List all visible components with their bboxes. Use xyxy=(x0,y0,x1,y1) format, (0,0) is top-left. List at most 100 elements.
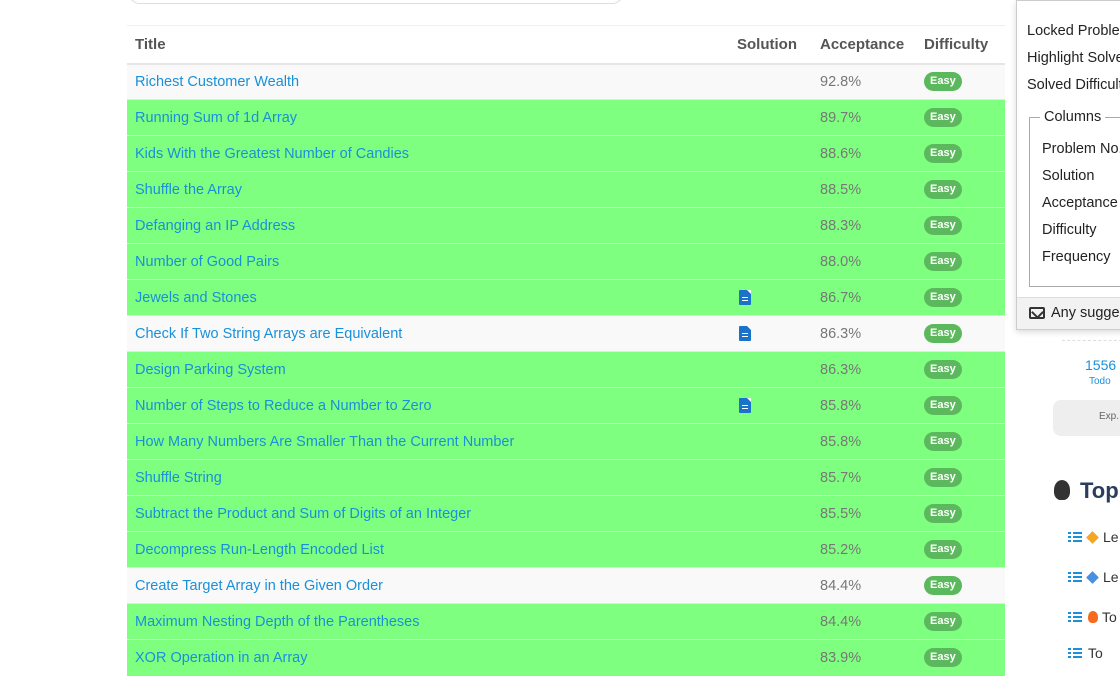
problem-title-link[interactable]: Kids With the Greatest Number of Candies xyxy=(135,146,409,162)
difficulty-cell: Easy xyxy=(916,567,1005,604)
column-header-solution[interactable]: Solution xyxy=(729,25,812,65)
difficulty-badge: Easy xyxy=(924,216,962,235)
top-list-label: Le xyxy=(1103,529,1119,545)
difficulty-cell: Easy xyxy=(916,315,1005,352)
difficulty-cell: Easy xyxy=(916,423,1005,460)
acceptance-cell: 83.9% xyxy=(812,639,916,676)
problem-title-link[interactable]: Shuffle String xyxy=(135,470,222,486)
problem-title-link[interactable]: Jewels and Stones xyxy=(135,290,257,306)
problem-title-cell: Jewels and Stones xyxy=(127,279,729,316)
divider xyxy=(1062,340,1120,341)
todo-count[interactable]: 1556 xyxy=(1085,357,1116,373)
solution-cell xyxy=(729,495,812,532)
blue-diamond-icon xyxy=(1086,571,1099,584)
solution-cell xyxy=(729,135,812,172)
difficulty-cell: Easy xyxy=(916,531,1005,568)
difficulty-cell: Easy xyxy=(916,99,1005,136)
solution-cell xyxy=(729,243,812,280)
solution-cell xyxy=(729,387,812,424)
column-option-solution[interactable]: Solution xyxy=(1042,168,1094,184)
explore-button[interactable]: Exp. xyxy=(1053,400,1120,436)
problem-title-cell: Number of Steps to Reduce a Number to Ze… xyxy=(127,387,729,424)
problem-table: Title Solution Acceptance Difficulty Ric… xyxy=(127,25,1005,676)
document-icon[interactable] xyxy=(739,290,751,306)
problem-title-link[interactable]: Defanging an IP Address xyxy=(135,218,295,234)
search-input[interactable] xyxy=(128,0,624,4)
difficulty-badge: Easy xyxy=(924,252,962,271)
problem-title-cell: Richest Customer Wealth xyxy=(127,63,729,100)
solution-cell xyxy=(729,567,812,604)
problem-title-link[interactable]: Running Sum of 1d Array xyxy=(135,110,297,126)
problem-title-cell: Decompress Run-Length Encoded List xyxy=(127,531,729,568)
problem-title-cell: Design Parking System xyxy=(127,351,729,388)
orange-diamond-icon xyxy=(1086,531,1099,544)
column-option-difficulty[interactable]: Difficulty xyxy=(1042,222,1097,238)
difficulty-cell: Easy xyxy=(916,459,1005,496)
difficulty-cell: Easy xyxy=(916,63,1005,100)
difficulty-badge: Easy xyxy=(924,540,962,559)
difficulty-badge: Easy xyxy=(924,360,962,379)
column-header-difficulty[interactable]: Difficulty xyxy=(916,25,1005,65)
problem-title-link[interactable]: XOR Operation in an Array xyxy=(135,650,307,666)
problem-title-link[interactable]: Design Parking System xyxy=(135,362,286,378)
difficulty-badge: Easy xyxy=(924,432,962,451)
table-row: XOR Operation in an Array 83.9% Easy xyxy=(127,639,1005,676)
acceptance-cell: 89.7% xyxy=(812,99,916,136)
table-row: Jewels and Stones 86.7% Easy xyxy=(127,279,1005,316)
table-row: Design Parking System 86.3% Easy xyxy=(127,351,1005,388)
difficulty-badge: Easy xyxy=(924,288,962,307)
difficulty-badge: Easy xyxy=(924,108,962,127)
problem-title-link[interactable]: Check If Two String Arrays are Equivalen… xyxy=(135,326,402,342)
acceptance-cell: 86.3% xyxy=(812,315,916,352)
difficulty-cell: Easy xyxy=(916,603,1005,640)
solution-cell xyxy=(729,99,812,136)
menu-item-locked-problems[interactable]: Locked Problems xyxy=(1027,23,1120,39)
acceptance-cell: 88.0% xyxy=(812,243,916,280)
column-option-frequency[interactable]: Frequency xyxy=(1042,249,1111,265)
problem-title-link[interactable]: Number of Steps to Reduce a Number to Ze… xyxy=(135,398,432,414)
difficulty-cell: Easy xyxy=(916,279,1005,316)
problem-title-link[interactable]: Decompress Run-Length Encoded List xyxy=(135,542,384,558)
column-header-title[interactable]: Title xyxy=(127,25,729,65)
top-list-item[interactable]: To xyxy=(1068,609,1117,625)
table-row: Check If Two String Arrays are Equivalen… xyxy=(127,315,1005,352)
menu-item-highlight-solved[interactable]: Highlight Solved xyxy=(1027,50,1120,66)
table-row: Decompress Run-Length Encoded List 85.2% E… xyxy=(127,531,1005,568)
problem-title-cell: Shuffle String xyxy=(127,459,729,496)
menu-item-solved-difficulty[interactable]: Solved Difficulty xyxy=(1027,77,1120,93)
table-row: Maximum Nesting Depth of the Parentheses… xyxy=(127,603,1005,640)
list-icon xyxy=(1068,612,1082,623)
solution-cell xyxy=(729,279,812,316)
top-list-item[interactable]: Le xyxy=(1068,569,1119,585)
difficulty-cell: Easy xyxy=(916,351,1005,388)
document-icon[interactable] xyxy=(739,326,751,342)
problem-title-link[interactable]: Subtract the Product and Sum of Digits o… xyxy=(135,506,471,522)
difficulty-badge: Easy xyxy=(924,576,962,595)
problem-title-cell: Number of Good Pairs xyxy=(127,243,729,280)
difficulty-badge: Easy xyxy=(924,396,962,415)
problem-title-link[interactable]: Maximum Nesting Depth of the Parentheses xyxy=(135,614,420,630)
difficulty-badge: Easy xyxy=(924,180,962,199)
top-list-item[interactable]: Le xyxy=(1068,529,1119,545)
column-option-acceptance[interactable]: Acceptance xyxy=(1042,195,1118,211)
difficulty-badge: Easy xyxy=(924,504,962,523)
column-header-acceptance[interactable]: Acceptance xyxy=(812,25,916,65)
suggestions-label: Any suggestions? xyxy=(1051,305,1120,321)
problem-title-link[interactable]: Shuffle the Array xyxy=(135,182,242,198)
problem-title-link[interactable]: Richest Customer Wealth xyxy=(135,74,299,90)
problem-title-link[interactable]: Create Target Array in the Given Order xyxy=(135,578,383,594)
problem-title-link[interactable]: Number of Good Pairs xyxy=(135,254,279,270)
document-icon[interactable] xyxy=(739,398,751,414)
solution-cell xyxy=(729,171,812,208)
solution-cell xyxy=(729,351,812,388)
acceptance-cell: 85.5% xyxy=(812,495,916,532)
table-row: Kids With the Greatest Number of Candies… xyxy=(127,135,1005,172)
column-option-problem-no[interactable]: Problem No. xyxy=(1042,141,1120,157)
top-list-item[interactable]: To xyxy=(1068,645,1103,661)
acceptance-cell: 86.3% xyxy=(812,351,916,388)
problem-title-link[interactable]: How Many Numbers Are Smaller Than the Cu… xyxy=(135,434,514,450)
solution-cell xyxy=(729,603,812,640)
table-row: Create Target Array in the Given Order 84… xyxy=(127,567,1005,604)
suggestions-link[interactable]: Any suggestions? xyxy=(1017,297,1120,329)
difficulty-cell: Easy xyxy=(916,135,1005,172)
